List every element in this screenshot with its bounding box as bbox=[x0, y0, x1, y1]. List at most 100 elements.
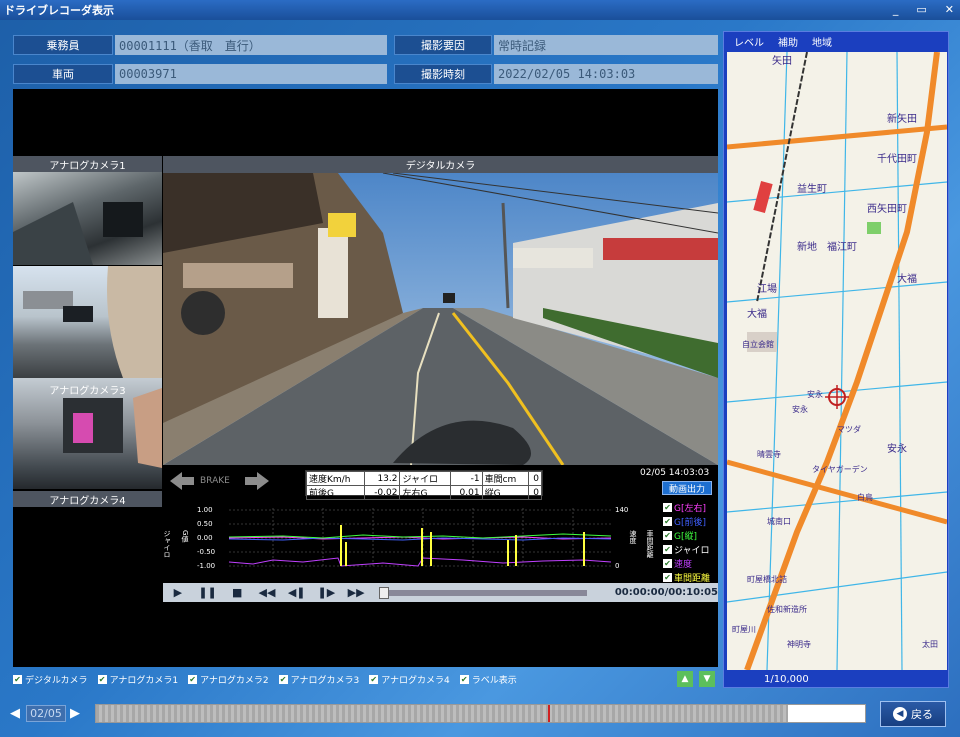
legend-item[interactable]: ✔ 速度 bbox=[663, 556, 723, 570]
next-page-icon[interactable]: ▶ bbox=[70, 706, 80, 721]
checkbox-icon[interactable]: ✔ bbox=[663, 572, 672, 582]
checkbox-icon[interactable]: ✔ bbox=[663, 516, 672, 526]
digital-camera-view[interactable] bbox=[163, 173, 718, 465]
legend-item[interactable]: ✔ 車間距離 bbox=[663, 570, 723, 584]
legend-label: G[前後] bbox=[674, 517, 706, 528]
back-button[interactable]: ◀ 戻る bbox=[880, 701, 946, 727]
legend-label: G[左右] bbox=[674, 503, 706, 514]
checkbox-icon[interactable]: ✔ bbox=[663, 558, 672, 568]
play-button[interactable]: ▶ bbox=[163, 586, 193, 599]
timeline-cursor[interactable] bbox=[548, 705, 550, 722]
legend-label: 車間距離 bbox=[674, 573, 711, 584]
map-label: 自立会館 bbox=[742, 339, 774, 349]
map-label: 大福 bbox=[897, 272, 917, 285]
left-arrow-icon bbox=[170, 472, 194, 490]
map-label: 城南口 bbox=[767, 516, 791, 526]
toggle-analog-camera-3[interactable]: ✔ アナログカメラ3 bbox=[278, 673, 360, 686]
trigger-value: 常時記録 bbox=[494, 35, 718, 55]
map-label: 太田 bbox=[922, 639, 938, 649]
digital-camera-label: デジタルカメラ bbox=[163, 156, 718, 173]
prev-page-icon[interactable]: ◀ bbox=[10, 706, 20, 721]
right-arrow-icon bbox=[245, 472, 269, 490]
graph-legend: ✔ G[左右] ✔ G[前後] ✔ G[縦] ✔ ジャイロ ✔ 速度 ✔ 車間距離 bbox=[663, 500, 723, 584]
vehicle-value: 00003971 bbox=[115, 64, 387, 84]
playback-time: 00:00:00/00:10:05 bbox=[614, 587, 718, 598]
map-label: 安永 bbox=[792, 404, 808, 414]
checkbox-icon[interactable]: ✔ bbox=[663, 530, 672, 540]
map-label: 新地 bbox=[797, 240, 817, 253]
g-tick-3: -0.50 bbox=[197, 548, 215, 556]
toggle-label: アナログカメラ3 bbox=[290, 676, 360, 686]
lr-g-value: 0.01 bbox=[450, 485, 483, 500]
checkbox-icon[interactable]: ✔ bbox=[278, 675, 288, 684]
prev-frame-button[interactable]: ◀❚ bbox=[282, 586, 312, 599]
g-tick-1: 0.50 bbox=[197, 520, 213, 528]
distance-value: 0 bbox=[527, 471, 543, 486]
driver-label: 乗務員 bbox=[13, 35, 113, 55]
map-tab-region[interactable]: 地域 bbox=[812, 34, 832, 49]
gyro-value: -1 bbox=[450, 471, 483, 486]
sensor-readout: 速度Km/h 13.2 ジャイロ -1 車間cm 0 前後G -0.02 左右G… bbox=[305, 470, 543, 500]
restore-icon[interactable]: ▭ bbox=[916, 3, 926, 16]
title-bar: ドライブレコーダ表示 _ ▭ ✕ bbox=[0, 0, 960, 20]
legend-item[interactable]: ✔ ジャイロ bbox=[663, 542, 723, 556]
checkbox-icon[interactable]: ✔ bbox=[663, 544, 672, 554]
toggle-analog-camera-2[interactable]: ✔ アナログカメラ2 bbox=[188, 673, 269, 686]
legend-label: G[縦] bbox=[674, 531, 697, 542]
window-title: ドライブレコーダ表示 bbox=[4, 4, 114, 17]
driver-value: 00001111（香取 直行） bbox=[115, 35, 387, 55]
toggle-label: アナログカメラ4 bbox=[381, 676, 450, 686]
map-tab-level[interactable]: レベル bbox=[734, 34, 764, 49]
fast-forward-button[interactable]: ▶▶ bbox=[341, 586, 371, 599]
toggle-show-labels[interactable]: ✔ ラベル表示 bbox=[459, 673, 517, 686]
scroll-up-icon[interactable]: ▲ bbox=[677, 671, 693, 687]
map-label: 町屋川 bbox=[732, 625, 756, 634]
speed-value: 13.2 bbox=[364, 471, 401, 486]
trigger-label: 撮影要因 bbox=[394, 35, 492, 55]
close-icon[interactable]: ✕ bbox=[945, 3, 954, 16]
stop-button[interactable]: ■ bbox=[222, 586, 252, 599]
seek-handle[interactable] bbox=[378, 586, 389, 599]
vert-g-label: 縦G bbox=[481, 485, 529, 500]
legend-item[interactable]: ✔ G[縦] bbox=[663, 528, 723, 542]
time-value: 2022/02/05 14:03:03 bbox=[494, 64, 718, 84]
dist-axis-label: 車間距離 bbox=[646, 529, 654, 559]
checkbox-icon[interactable]: ✔ bbox=[97, 675, 107, 684]
analog-camera-1-view[interactable] bbox=[13, 172, 162, 265]
map-scale: 1/10,000 bbox=[724, 671, 948, 687]
map-view[interactable]: 矢田 新矢田 千代田町 益生町 西矢田町 新地 福江町 江場 大福 大福 自立会… bbox=[727, 52, 947, 670]
map-label: 新矢田 bbox=[887, 112, 917, 125]
map-tab-assist[interactable]: 補助 bbox=[778, 34, 798, 49]
analog-camera-2-view[interactable] bbox=[13, 266, 162, 378]
timeline-fill bbox=[96, 705, 789, 722]
map-label: 佐和新造所 bbox=[767, 604, 807, 614]
rewind-button[interactable]: ◀◀ bbox=[252, 586, 282, 599]
timeline-bar[interactable] bbox=[95, 704, 866, 723]
map-panel: レベル 補助 地域 矢田 新矢田 千代田町 益生町 西矢田町 新地 福江町 江場… bbox=[723, 31, 949, 688]
seek-bar[interactable] bbox=[378, 586, 587, 599]
map-label: マツダ bbox=[837, 424, 861, 434]
legend-label: 速度 bbox=[674, 559, 693, 570]
checkbox-icon[interactable]: ✔ bbox=[369, 675, 379, 684]
checkbox-icon[interactable]: ✔ bbox=[663, 502, 672, 512]
export-video-button[interactable]: 動画出力 bbox=[662, 481, 712, 495]
checkbox-icon[interactable]: ✔ bbox=[459, 675, 469, 684]
map-label: 江場 bbox=[757, 282, 777, 295]
legend-item[interactable]: ✔ G[前後] bbox=[663, 514, 723, 528]
gyro-label: ジャイロ bbox=[399, 471, 452, 486]
scroll-down-icon[interactable]: ▼ bbox=[699, 671, 715, 687]
legend-label: ジャイロ bbox=[674, 545, 710, 556]
minimize-icon[interactable]: _ bbox=[893, 3, 899, 16]
legend-item[interactable]: ✔ G[左右] bbox=[663, 500, 723, 514]
checkbox-icon[interactable]: ✔ bbox=[13, 675, 22, 684]
map-label: 晴雲寺 bbox=[757, 449, 781, 459]
checkbox-icon[interactable]: ✔ bbox=[188, 675, 198, 684]
toggle-analog-camera-1[interactable]: ✔ アナログカメラ1 bbox=[97, 673, 178, 686]
next-frame-button[interactable]: ❚▶ bbox=[312, 586, 342, 599]
pause-button[interactable]: ❚❚ bbox=[193, 586, 223, 599]
speed-tick-7: 0 bbox=[615, 562, 619, 570]
speed-axis-label: 速度 bbox=[629, 530, 637, 545]
distance-label: 車間cm bbox=[481, 471, 529, 486]
toggle-digital-camera[interactable]: ✔ デジタルカメラ bbox=[13, 673, 88, 686]
toggle-analog-camera-4[interactable]: ✔ アナログカメラ4 bbox=[369, 673, 450, 686]
